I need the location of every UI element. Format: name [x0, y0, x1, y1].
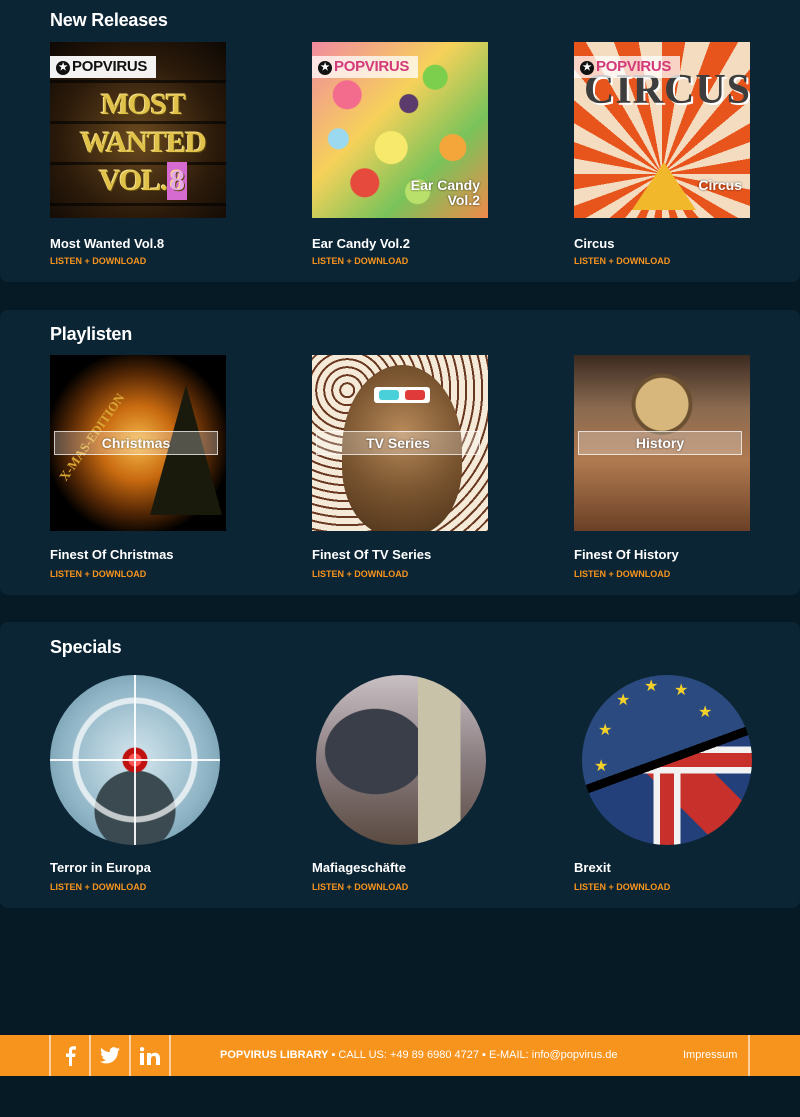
release-card-circus[interactable]: CIRCUS ★ POPVIRUS Circus Circus LISTEN + …	[574, 42, 774, 266]
card-title[interactable]: Ear Candy Vol.2	[312, 236, 410, 251]
card-title[interactable]: Finest Of Christmas	[50, 547, 174, 562]
special-card-terror[interactable]: Terror in Europa LISTEN + DOWNLOAD	[50, 675, 250, 892]
cover-image[interactable]: CIRCUS ★ POPVIRUS Circus	[574, 42, 750, 218]
facebook-icon	[65, 1045, 76, 1066]
footer-phone[interactable]: CALL US: +49 89 6980 4727	[338, 1049, 479, 1061]
cover-image[interactable]	[316, 675, 486, 845]
playlist-card-christmas[interactable]: X-MAS-EDITION Christmas Finest Of Christ…	[50, 355, 250, 579]
section-title: Playlisten	[50, 324, 133, 344]
twitter-icon	[99, 1047, 120, 1064]
listen-download-link[interactable]: LISTEN + DOWNLOAD	[50, 256, 146, 266]
impressum-link[interactable]: Impressum	[683, 1049, 737, 1061]
card-title[interactable]: Terror in Europa	[50, 860, 151, 875]
special-card-mafia[interactable]: Mafiageschäfte LISTEN + DOWNLOAD	[312, 675, 512, 892]
star-icon: ★	[318, 61, 332, 75]
circus-tent-graphic	[632, 162, 696, 210]
star-icon: ★	[56, 61, 70, 75]
linkedin-button[interactable]	[129, 1035, 168, 1076]
linkedin-icon	[139, 1046, 160, 1065]
listen-download-link[interactable]: LISTEN + DOWNLOAD	[312, 882, 408, 892]
eu-star-icon: ★	[698, 704, 713, 721]
cover-image[interactable]: X-MAS-EDITION Christmas	[50, 355, 226, 531]
footer-brand: POPVIRUS LIBRARY	[220, 1049, 329, 1061]
cover-image[interactable]: History	[574, 355, 750, 531]
playlist-card-tv-series[interactable]: TV Series Finest Of TV Series LISTEN + D…	[312, 355, 512, 579]
release-card-most-wanted[interactable]: ★ POPVIRUS MOST WANTED VOL. 8 Most Wanted Vo…	[50, 42, 250, 266]
card-title[interactable]: Circus	[574, 236, 614, 251]
footer-divider	[748, 1035, 750, 1076]
eu-star-icon: ★	[594, 758, 609, 775]
playlist-card-history[interactable]: History Finest Of History LISTEN + DOWNL…	[574, 355, 774, 579]
release-card-ear-candy[interactable]: ★ POPVIRUS Ear Candy Vol.2 Ear Candy Vol.2…	[312, 42, 512, 266]
eu-star-icon: ★	[644, 678, 659, 695]
card-title[interactable]: Most Wanted Vol.8	[50, 236, 164, 251]
listen-download-link[interactable]: LISTEN + DOWNLOAD	[312, 569, 408, 579]
cover-image[interactable]: ★ POPVIRUS MOST WANTED VOL. 8	[50, 42, 226, 218]
footer-contact-info: POPVIRUS LIBRARY ▪ CALL US: +49 89 6980 …	[220, 1049, 618, 1061]
star-icon: ★	[580, 61, 594, 75]
specials-section: Specials Terror in Europa LISTEN + DOWNL…	[0, 622, 800, 908]
cover-image[interactable]	[50, 675, 220, 845]
eu-star-icon: ★	[674, 682, 689, 699]
card-title[interactable]: Finest Of TV Series	[312, 547, 431, 562]
footer-separator: ▪	[478, 1049, 489, 1061]
special-card-brexit[interactable]: ★ ★ ★ ★ ★ ★ Brexit LISTEN + DOWNLOAD	[574, 675, 774, 892]
popvirus-logo: ★ POPVIRUS	[574, 56, 680, 78]
eu-star-icon: ★	[598, 722, 613, 739]
facebook-button[interactable]	[49, 1035, 88, 1076]
cover-image[interactable]: TV Series	[312, 355, 488, 531]
popvirus-logo: ★ POPVIRUS	[50, 56, 156, 78]
footer-divider	[169, 1035, 171, 1076]
footer-bar: POPVIRUS LIBRARY ▪ CALL US: +49 89 6980 …	[0, 1035, 800, 1076]
footer-email[interactable]: E-MAIL: info@popvirus.de	[489, 1049, 618, 1061]
listen-download-link[interactable]: LISTEN + DOWNLOAD	[312, 256, 408, 266]
cover-artwork-text: MOST WANTED VOL. 8	[68, 86, 218, 200]
section-title: New Releases	[50, 10, 168, 30]
section-title: Specials	[50, 637, 122, 657]
listen-download-link[interactable]: LISTEN + DOWNLOAD	[574, 256, 670, 266]
twitter-button[interactable]	[89, 1035, 128, 1076]
3d-glasses-graphic	[374, 387, 430, 403]
cover-band-label: TV Series	[316, 431, 480, 455]
listen-download-link[interactable]: LISTEN + DOWNLOAD	[50, 882, 146, 892]
listen-download-link[interactable]: LISTEN + DOWNLOAD	[574, 882, 670, 892]
cover-image[interactable]: ★ POPVIRUS Ear Candy Vol.2	[312, 42, 488, 218]
card-title[interactable]: Brexit	[574, 860, 611, 875]
popvirus-logo: ★ POPVIRUS	[312, 56, 418, 78]
listen-download-link[interactable]: LISTEN + DOWNLOAD	[574, 569, 670, 579]
card-title[interactable]: Mafiageschäfte	[312, 860, 406, 875]
listen-download-link[interactable]: LISTEN + DOWNLOAD	[50, 569, 146, 579]
eu-star-icon: ★	[616, 692, 631, 709]
new-releases-section: New Releases ★ POPVIRUS MOST WANTED VOL. 8 M…	[0, 0, 800, 282]
cover-image[interactable]: ★ ★ ★ ★ ★ ★	[582, 675, 752, 845]
card-title[interactable]: Finest Of History	[574, 547, 679, 562]
cover-caption: Ear Candy Vol.2	[410, 177, 480, 208]
cover-caption: Circus	[698, 177, 742, 193]
cover-band-label: Christmas	[54, 431, 218, 455]
playlisten-section: Playlisten X-MAS-EDITION Christmas Fines…	[0, 310, 800, 595]
cover-band-label: History	[578, 431, 742, 455]
footer-separator: ▪	[328, 1049, 339, 1061]
